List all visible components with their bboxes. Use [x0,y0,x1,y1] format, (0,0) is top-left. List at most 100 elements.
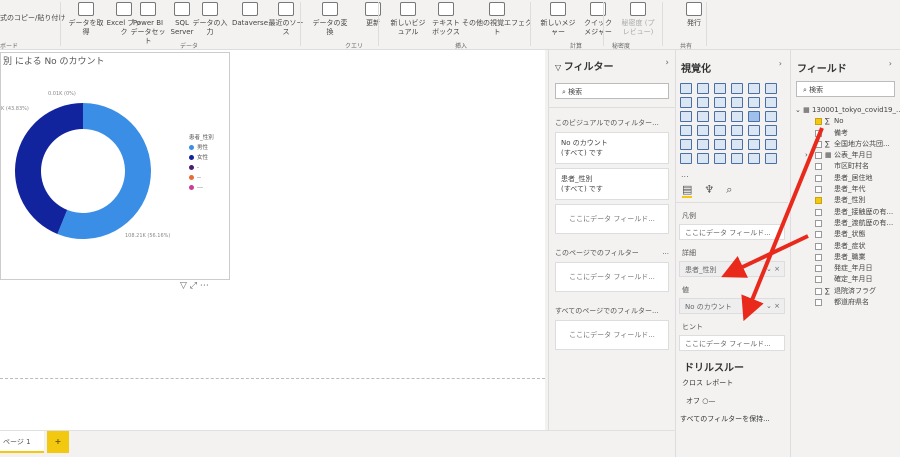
visual-type-icon[interactable] [680,83,692,94]
table-node[interactable]: ⌄ ▦ 130001_tokyo_covid19_... [791,105,900,116]
ribbon-button[interactable]: 新しいビジュアル [390,0,426,37]
field-checkbox[interactable] [815,129,822,137]
visual-type-icon[interactable] [714,111,726,122]
field-item[interactable]: 患者_状態 [791,229,900,240]
visual-type-icon[interactable] [765,139,777,150]
field-checkbox[interactable] [815,140,822,148]
field-checkbox[interactable] [815,253,822,261]
more-visuals-button[interactable]: ... [681,170,788,179]
visual-type-icon[interactable] [748,97,760,108]
visual-type-icon[interactable] [731,125,743,136]
visual-type-icon[interactable] [697,153,709,164]
visual-type-icon[interactable] [765,83,777,94]
legend-item[interactable]: --- [189,183,214,193]
visual-type-icon[interactable] [714,125,726,136]
visual-type-icon[interactable] [714,97,726,108]
legend-item[interactable]: 男性 [189,143,214,153]
ribbon-button[interactable]: 更新 [355,0,391,28]
field-checkbox[interactable] [815,197,822,205]
field-item[interactable]: ∑ 全国地方公共団... [791,139,900,150]
fields-search-input[interactable]: ⌕ 検索 [796,81,895,97]
visual-type-icon[interactable] [680,125,692,136]
format-painter-button[interactable]: 式のコピー/貼り付け [0,14,65,23]
ribbon-button[interactable]: 最近のソース [268,0,304,37]
field-checkbox[interactable] [815,118,822,126]
ribbon-button[interactable]: その他の視覚エフェクト [462,0,532,37]
visual-type-icon[interactable] [714,139,726,150]
field-well[interactable]: 患者_性別 ⌄ × [679,261,785,277]
page-tab[interactable]: ページ 1 [0,431,44,453]
field-item[interactable]: 患者_職業 [791,252,900,263]
field-well[interactable]: ここにデータ フィールド... [679,224,785,240]
more-options-icon[interactable]: ⋯ [200,281,209,291]
visual-type-icon[interactable] [714,83,726,94]
ribbon-button[interactable]: クイック メジャー [580,0,616,37]
field-item[interactable]: 備考 [791,128,900,139]
filter-card[interactable]: 患者_性別 (すべて) です [555,168,669,200]
visual-type-icon[interactable] [748,83,760,94]
legend-item[interactable]: 女性 [189,153,214,163]
field-item[interactable]: 患者_居住地 [791,173,900,184]
visual-type-icon[interactable] [697,83,709,94]
field-item[interactable]: 患者_渡航歴の有... [791,218,900,229]
field-checkbox[interactable] [815,163,822,171]
legend-item[interactable]: - [189,163,214,173]
visual-type-icon[interactable] [731,111,743,122]
visual-type-icon[interactable] [731,139,743,150]
remove-field-icon[interactable]: ⌄ × [766,265,780,273]
analytics-magnifier-icon[interactable]: ⌕ [726,183,732,198]
collapse-chevron-icon[interactable]: › [779,59,782,68]
field-item[interactable]: ∑ 退院済フラグ [791,286,900,297]
field-well[interactable]: No のカウント ⌄ × [679,298,785,314]
cross-report-toggle[interactable]: オフ ○— [686,396,778,406]
visual-type-icon[interactable] [697,97,709,108]
field-item[interactable]: 確定_年月日 [791,274,900,285]
fields-tab-icon[interactable]: ▤ [682,183,693,198]
donut-chart-visual[interactable]: 別 による No のカウント 0.01K (0%) K (43.83%) 108… [0,52,230,280]
field-checkbox[interactable] [815,299,822,307]
field-item[interactable]: 患者_症状 [791,241,900,252]
ribbon-button[interactable]: データの変換 [312,0,348,37]
field-item[interactable]: 市区町村名 [791,161,900,172]
field-checkbox[interactable] [815,174,822,182]
field-checkbox[interactable] [815,208,822,216]
remove-field-icon[interactable]: ⌄ × [766,302,780,310]
visual-type-icon[interactable] [697,139,709,150]
field-item[interactable]: 患者_接触歴の有... [791,207,900,218]
field-checkbox[interactable] [815,242,822,250]
ribbon-button[interactable]: 秘密度 (プレビュー) [620,0,656,37]
ribbon-button[interactable]: Dataverse [232,0,268,28]
filter-drop-zone[interactable]: ここにデータ フィールド... [555,262,669,292]
field-item[interactable]: 患者_性別 [791,195,900,206]
visual-type-icon[interactable] [731,153,743,164]
legend-item[interactable]: -- [189,173,214,183]
add-page-button[interactable]: + [47,431,69,453]
field-well[interactable]: ここにデータ フィールド... [679,335,785,351]
visual-type-icon[interactable] [765,125,777,136]
field-checkbox[interactable] [815,186,822,194]
field-checkbox[interactable] [815,231,822,239]
field-checkbox[interactable] [815,152,822,160]
field-item[interactable]: 患者_年代 [791,184,900,195]
field-item[interactable]: ∑ No [791,116,900,127]
field-item[interactable]: 発症_年月日 [791,263,900,274]
visual-type-icon[interactable] [680,153,692,164]
field-checkbox[interactable] [815,276,822,284]
ribbon-button[interactable]: Power BI データセット [130,0,166,46]
ribbon-button[interactable]: データを取得 [68,0,104,37]
visual-type-icon[interactable] [748,111,760,122]
ribbon-button[interactable]: データの入力 [192,0,228,37]
field-item[interactable]: › ▦ 公表_年月日 [791,150,900,161]
field-item[interactable]: 都道府県名 [791,297,900,308]
visual-type-icon[interactable] [680,139,692,150]
visual-type-icon[interactable] [697,111,709,122]
filters-search-input[interactable]: ⌕ 検索 [555,83,669,99]
visual-type-icon[interactable] [765,97,777,108]
filter-card[interactable]: No のカウント (すべて) です [555,132,669,164]
field-checkbox[interactable] [815,287,822,295]
visual-type-icon[interactable] [731,83,743,94]
visual-type-icon[interactable] [748,125,760,136]
field-checkbox[interactable] [815,265,822,273]
visual-type-icon[interactable] [697,125,709,136]
ribbon-button[interactable]: テキスト ボックス [428,0,464,37]
